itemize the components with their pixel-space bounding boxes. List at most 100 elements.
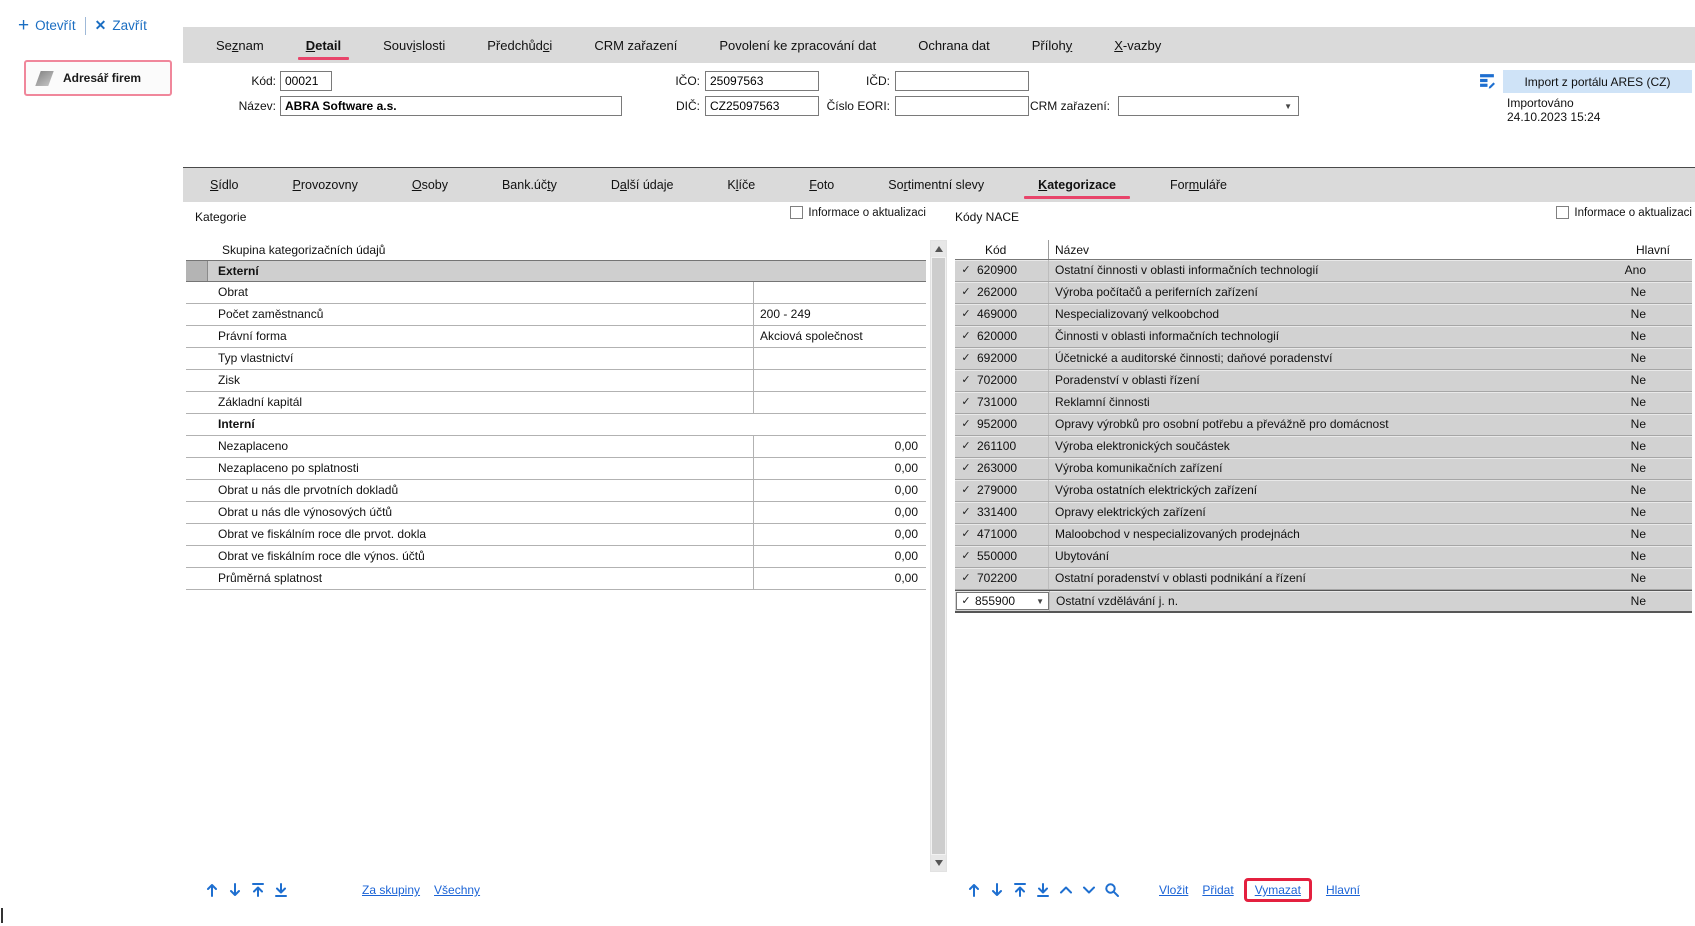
tab-bank-ucty[interactable]: Bank.účty xyxy=(475,168,584,202)
nace-row[interactable]: ✓471000Maloobchod v nespecializovaných p… xyxy=(955,524,1692,546)
scroll-up-button[interactable] xyxy=(931,241,946,257)
move-down-icon[interactable] xyxy=(985,881,1008,899)
row-selector xyxy=(186,261,208,281)
crm-zarazeni-dropdown[interactable]: ▼ xyxy=(1118,96,1299,116)
tab-souvislosti[interactable]: Souvislosti xyxy=(362,27,466,63)
module-tab-adresar-firem[interactable]: Adresář firem xyxy=(24,60,172,96)
nace-row[interactable]: ✓469000Nespecializovaný velkoobchodNe xyxy=(955,304,1692,326)
tab-foto[interactable]: Foto xyxy=(782,168,861,202)
nace-name: Ostatní činnosti v oblasti informačních … xyxy=(1048,260,1596,281)
move-to-bottom-icon[interactable] xyxy=(269,881,292,899)
category-row[interactable]: Typ vlastnictví xyxy=(186,348,926,370)
nace-row[interactable]: ✓952000Opravy výrobků pro osobní potřebu… xyxy=(955,414,1692,436)
tab-osoby[interactable]: Osoby xyxy=(385,168,475,202)
tab-crm-zarazeni[interactable]: CRM zařazení xyxy=(573,27,698,63)
update-info-checkbox[interactable] xyxy=(1556,206,1569,219)
tab-prilohy[interactable]: Přílohy xyxy=(1011,27,1093,63)
move-up-icon[interactable] xyxy=(200,881,223,899)
icd-input[interactable] xyxy=(895,71,1029,91)
category-row[interactable]: Právní formaAkciová společnost xyxy=(186,326,926,348)
import-ares-button[interactable]: Import z portálu ARES (CZ) xyxy=(1503,70,1692,93)
nace-row[interactable]: ✓279000Výroba ostatních elektrických zař… xyxy=(955,480,1692,502)
close-button[interactable]: ✕ Zavřít xyxy=(95,17,147,34)
nace-row-selected[interactable]: ✓ 855900 ▼ Ostatní vzdělávání j. n. Ne xyxy=(955,590,1692,613)
vymazat-link[interactable]: Vymazat xyxy=(1255,883,1301,897)
chevron-down-icon: ▼ xyxy=(1284,102,1298,111)
za-skupiny-link[interactable]: Za skupiny xyxy=(362,883,420,897)
category-row[interactable]: Obrat u nás dle prvotních dokladů0,00 xyxy=(186,480,926,502)
tab-klice[interactable]: Klíče xyxy=(700,168,782,202)
tab-provozovny[interactable]: Provozovny xyxy=(266,168,385,202)
nace-row[interactable]: ✓620900Ostatní činnosti v oblasti inform… xyxy=(955,260,1692,282)
chevron-up-icon[interactable] xyxy=(1054,881,1077,899)
move-to-top-icon[interactable] xyxy=(1008,881,1031,899)
tab-ochrana-dat[interactable]: Ochrana dat xyxy=(897,27,1011,63)
nace-row[interactable]: ✓702200Ostatní poradenství v oblasti pod… xyxy=(955,568,1692,590)
nace-row[interactable]: ✓702000Poradenství v oblasti řízeníNe xyxy=(955,370,1692,392)
vsechny-link[interactable]: Všechny xyxy=(434,883,480,897)
categories-scrollbar[interactable] xyxy=(930,240,947,872)
nace-row[interactable]: ✓620000Činnosti v oblasti informačních t… xyxy=(955,326,1692,348)
tab-dalsi-udaje[interactable]: Další údaje xyxy=(584,168,701,202)
tab-sortimentni-slevy[interactable]: Sortimentní slevy xyxy=(861,168,1011,202)
nazev-input[interactable] xyxy=(280,96,622,116)
category-row[interactable]: Nezaplaceno po splatnosti0,00 xyxy=(186,458,926,480)
update-info-checkbox[interactable] xyxy=(790,206,803,219)
category-row[interactable]: Zisk xyxy=(186,370,926,392)
category-row[interactable]: Základní kapitál xyxy=(186,392,926,414)
nace-code: 279000 xyxy=(977,480,1048,501)
search-icon[interactable] xyxy=(1100,881,1123,899)
chevron-down-icon[interactable] xyxy=(1077,881,1100,899)
nace-row[interactable]: ✓692000Účetnické a auditorské činnosti; … xyxy=(955,348,1692,370)
nace-name: Opravy elektrických zařízení xyxy=(1048,502,1596,523)
tab-kategorizace[interactable]: Kategorizace xyxy=(1011,168,1143,202)
nace-main: Ne xyxy=(1596,568,1692,589)
nace-row[interactable]: ✓550000UbytováníNe xyxy=(955,546,1692,568)
nace-row[interactable]: ✓263000Výroba komunikačních zařízeníNe xyxy=(955,458,1692,480)
row-selector xyxy=(186,348,208,369)
nazev-label: Název: xyxy=(196,96,276,116)
category-row[interactable]: Interní xyxy=(186,414,926,436)
vlozit-link[interactable]: Vložit xyxy=(1159,883,1188,897)
nace-code-combobox[interactable]: ✓ 855900 ▼ xyxy=(956,592,1049,610)
scroll-down-button[interactable] xyxy=(931,855,946,871)
category-row[interactable]: Externí xyxy=(186,260,926,282)
nace-main: Ne xyxy=(1596,591,1692,611)
tab-detail[interactable]: Detail xyxy=(285,27,362,63)
tab-formulare[interactable]: Formuláře xyxy=(1143,168,1254,202)
category-row[interactable]: Obrat ve fiskálním roce dle prvot. dokla… xyxy=(186,524,926,546)
tab-label: Sídlo xyxy=(210,178,239,192)
tab-label: Bank.účty xyxy=(502,178,557,192)
import-grid-pencil-icon[interactable] xyxy=(1479,72,1496,94)
row-selector xyxy=(186,282,208,303)
nace-main: Ano xyxy=(1596,260,1692,281)
move-to-top-icon[interactable] xyxy=(246,881,269,899)
category-value: 0,00 xyxy=(753,524,926,545)
check-icon: ✓ xyxy=(955,480,977,501)
scrollbar-thumb[interactable] xyxy=(932,258,945,854)
category-row[interactable]: Obrat u nás dle výnosových účtů0,00 xyxy=(186,502,926,524)
nace-row[interactable]: ✓731000Reklamní činnostiNe xyxy=(955,392,1692,414)
update-info-label: Informace o aktualizaci xyxy=(808,207,926,219)
move-up-icon[interactable] xyxy=(962,881,985,899)
nace-row[interactable]: ✓262000Výroba počítačů a periferních zař… xyxy=(955,282,1692,304)
move-down-icon[interactable] xyxy=(223,881,246,899)
move-to-bottom-icon[interactable] xyxy=(1031,881,1054,899)
tab-seznam[interactable]: Seznam xyxy=(195,27,285,63)
category-row[interactable]: Obrat ve fiskálním roce dle výnos. účtů0… xyxy=(186,546,926,568)
nace-row[interactable]: ✓331400Opravy elektrických zařízeníNe xyxy=(955,502,1692,524)
pridat-link[interactable]: Přidat xyxy=(1202,883,1233,897)
category-row[interactable]: Počet zaměstnanců200 - 249 xyxy=(186,304,926,326)
category-row[interactable]: Obrat xyxy=(186,282,926,304)
kod-input[interactable] xyxy=(280,71,332,91)
tab-predchudci[interactable]: Předchůdci xyxy=(466,27,573,63)
category-row[interactable]: Průměrná splatnost0,00 xyxy=(186,568,926,590)
nace-name: Ostatní vzdělávání j. n. xyxy=(1049,591,1596,611)
tab-x-vazby[interactable]: X-vazby xyxy=(1093,27,1182,63)
tab-povoleni-ke-zpracovani-dat[interactable]: Povolení ke zpracování dat xyxy=(698,27,897,63)
nace-row[interactable]: ✓261100Výroba elektronických součástekNe xyxy=(955,436,1692,458)
open-button[interactable]: + Otevřít xyxy=(18,16,76,35)
hlavni-link[interactable]: Hlavní xyxy=(1326,883,1360,897)
tab-sidlo[interactable]: Sídlo xyxy=(183,168,266,202)
category-row[interactable]: Nezaplaceno0,00 xyxy=(186,436,926,458)
